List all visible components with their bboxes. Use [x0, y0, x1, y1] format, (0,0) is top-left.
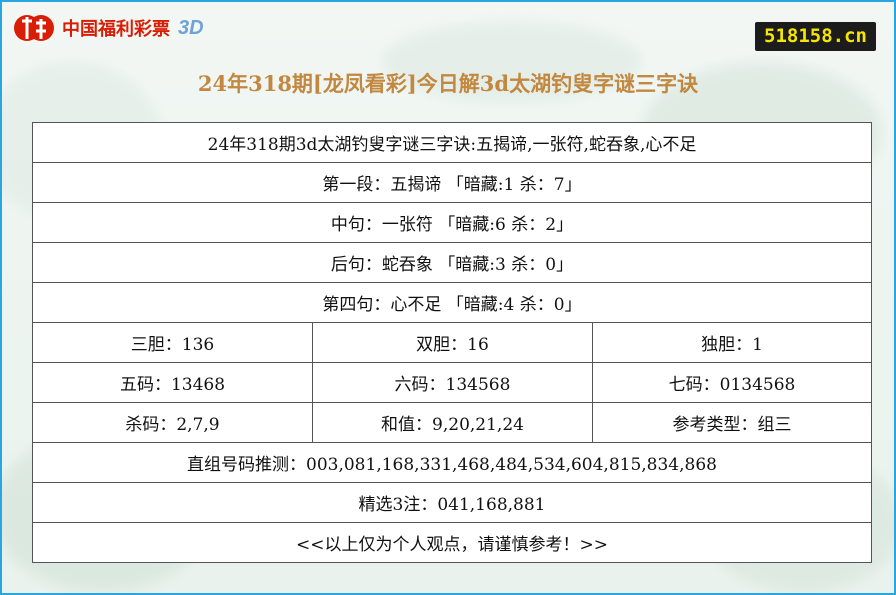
three-dan-cell: 三胆：136: [32, 322, 313, 363]
single-dan-cell: 独胆：1: [592, 322, 872, 363]
site-badge[interactable]: 518158.cn: [755, 22, 876, 51]
segment-cell: 后句：蛇吞象 「暗藏:3 杀：0」: [32, 242, 872, 283]
seven-code-cell: 七码：0134568: [592, 362, 872, 403]
table-row: <<以上仅为个人观点，请谨慎参考！>>: [32, 522, 872, 563]
logo-3d-text: 3D: [178, 16, 204, 39]
table-row: 杀码：2,7,9 和值：9,20,21,24 参考类型：组三: [32, 402, 872, 443]
selected-picks-cell: 精选3注：041,168,881: [32, 482, 872, 523]
riddle-header-cell: 24年318期3d太湖钓叟字谜三字诀:五揭谛,一张符,蛇吞象,心不足: [32, 122, 872, 163]
segment-cell: 中句：一张符 「暗藏:6 杀：2」: [32, 202, 872, 243]
lottery-logo[interactable]: 中国福利彩票 3D: [12, 10, 204, 46]
table-row: 中句：一张符 「暗藏:6 杀：2」: [32, 202, 872, 243]
logo-text: 中国福利彩票: [62, 19, 170, 39]
table-row: 第一段：五揭谛 「暗藏:1 杀：7」: [32, 162, 872, 203]
table-row: 精选3注：041,168,881: [32, 482, 872, 523]
disclaimer-cell: <<以上仅为个人观点，请谨慎参考！>>: [32, 522, 872, 563]
six-code-cell: 六码：134568: [312, 362, 593, 403]
five-code-cell: 五码：13468: [32, 362, 313, 403]
reference-type-cell: 参考类型：组三: [592, 402, 872, 443]
table-row: 第四句：心不足 「暗藏:4 杀：0」: [32, 282, 872, 323]
welfare-lottery-icon: [14, 15, 54, 41]
table-row: 24年318期3d太湖钓叟字谜三字诀:五揭谛,一张符,蛇吞象,心不足: [32, 122, 872, 163]
page-title: 24年318期[龙凤看彩]今日解3d太湖钓叟字谜三字诀: [197, 71, 699, 96]
kill-code-cell: 杀码：2,7,9: [32, 402, 313, 443]
table-row: 三胆：136 双胆：16 独胆：1: [32, 322, 872, 363]
direct-guess-cell: 直组号码推测：003,081,168,331,468,484,534,604,8…: [32, 442, 872, 483]
table-row: 五码：13468 六码：134568 七码：0134568: [32, 362, 872, 403]
table-row: 后句：蛇吞象 「暗藏:3 杀：0」: [32, 242, 872, 283]
two-dan-cell: 双胆：16: [312, 322, 593, 363]
results-table: 24年318期3d太湖钓叟字谜三字诀:五揭谛,一张符,蛇吞象,心不足 第一段：五…: [32, 122, 872, 563]
page-frame: 中国福利彩票 3D 518158.cn 24年318期[龙凤看彩]今日解3d太湖…: [0, 0, 896, 595]
segment-cell: 第一段：五揭谛 「暗藏:1 杀：7」: [32, 162, 872, 203]
segment-cell: 第四句：心不足 「暗藏:4 杀：0」: [32, 282, 872, 323]
sum-value-cell: 和值：9,20,21,24: [312, 402, 593, 443]
table-row: 直组号码推测：003,081,168,331,468,484,534,604,8…: [32, 442, 872, 483]
